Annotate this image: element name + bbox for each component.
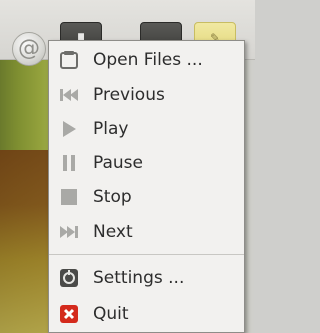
quit-icon xyxy=(59,304,79,324)
menu-item-label: Play xyxy=(93,119,129,139)
menu-item-label: Pause xyxy=(93,153,143,173)
next-icon xyxy=(59,222,79,242)
context-menu: Open Files ... Previous Play Pause Stop … xyxy=(48,40,245,333)
menu-item-settings[interactable]: Settings ... xyxy=(49,261,244,295)
menu-item-open-files[interactable]: Open Files ... xyxy=(49,43,244,77)
menu-item-next[interactable]: Next xyxy=(49,215,244,249)
menu-item-play[interactable]: Play xyxy=(49,112,244,146)
folder-icon xyxy=(59,50,79,70)
menu-item-label: Stop xyxy=(93,187,132,207)
menu-item-label: Open Files ... xyxy=(93,50,203,70)
menu-item-pause[interactable]: Pause xyxy=(49,146,244,180)
menu-item-quit[interactable]: Quit xyxy=(49,297,244,331)
desktop-background-shade xyxy=(0,150,50,333)
play-icon xyxy=(59,119,79,139)
pause-icon xyxy=(59,153,79,173)
previous-icon xyxy=(59,85,79,105)
menu-separator xyxy=(49,254,244,255)
app-menu-button[interactable]: @ xyxy=(12,32,46,66)
menu-item-previous[interactable]: Previous xyxy=(49,78,244,112)
settings-icon xyxy=(59,268,79,288)
app-logo-icon: @ xyxy=(18,36,40,61)
menu-item-label: Quit xyxy=(93,304,129,324)
menu-item-label: Settings ... xyxy=(93,268,185,288)
menu-item-stop[interactable]: Stop xyxy=(49,180,244,214)
menu-item-label: Previous xyxy=(93,85,165,105)
menu-item-label: Next xyxy=(93,222,133,242)
stop-icon xyxy=(59,187,79,207)
